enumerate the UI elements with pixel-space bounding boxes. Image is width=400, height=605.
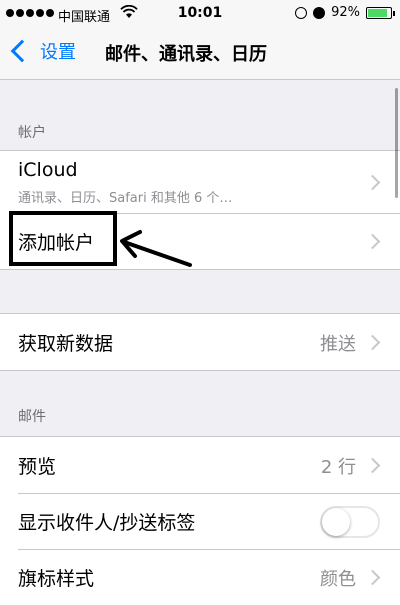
section-header-accounts: 帐户 [18, 125, 46, 141]
chevron-left-icon [10, 39, 34, 63]
show-to-cc-toggle[interactable] [320, 506, 380, 538]
fetch-group: 获取新数据 推送 [0, 313, 400, 371]
cell-detail: 通讯录、日历、Safari 和其他 6 个… [18, 191, 233, 206]
scrollbar[interactable] [395, 88, 398, 198]
flag-style-item[interactable]: 旗标样式 颜色 [0, 549, 400, 605]
chevron-right-icon [364, 334, 381, 351]
chevron-right-icon [364, 174, 381, 191]
back-button-label: 设置 [40, 42, 76, 63]
battery-percent: 92% [331, 5, 360, 20]
fetch-new-data-item[interactable]: 获取新数据 推送 [0, 314, 400, 370]
account-item-icloud[interactable]: iCloud 通讯录、日历、Safari 和其他 6 个… [0, 151, 400, 213]
lock-rotation-icon [295, 6, 308, 19]
section-header-mail: 邮件 [18, 409, 46, 425]
arrow-icon [120, 230, 192, 267]
status-bar: 中国联通 10:01 92% [0, 0, 400, 28]
show-to-cc-label-item: 显示收件人/抄送标签 [0, 493, 400, 549]
cell-value: 推送 [320, 334, 356, 355]
navigation-bar: 设置 邮件、通讯录、日历 [0, 28, 400, 80]
alarm-icon [313, 6, 326, 19]
chevron-right-icon [364, 569, 381, 586]
mail-group: 预览 2 行 显示收件人/抄送标签 旗标样式 颜色 [0, 436, 400, 605]
cell-label: 预览 [18, 456, 57, 478]
cell-value: 2 行 [320, 457, 356, 478]
cell-label: 旗标样式 [18, 568, 95, 590]
cell-label: iCloud [18, 159, 78, 181]
back-button[interactable]: 设置 [8, 38, 76, 64]
highlight-box [9, 211, 117, 266]
chevron-right-icon [364, 457, 381, 474]
cell-label: 显示收件人/抄送标签 [18, 512, 196, 534]
cell-label: 获取新数据 [18, 333, 114, 355]
cell-value: 颜色 [320, 569, 356, 590]
page-title: 邮件、通讯录、日历 [105, 44, 267, 65]
chevron-right-icon [364, 233, 381, 250]
battery-icon [366, 6, 395, 19]
preview-item[interactable]: 预览 2 行 [0, 437, 400, 493]
